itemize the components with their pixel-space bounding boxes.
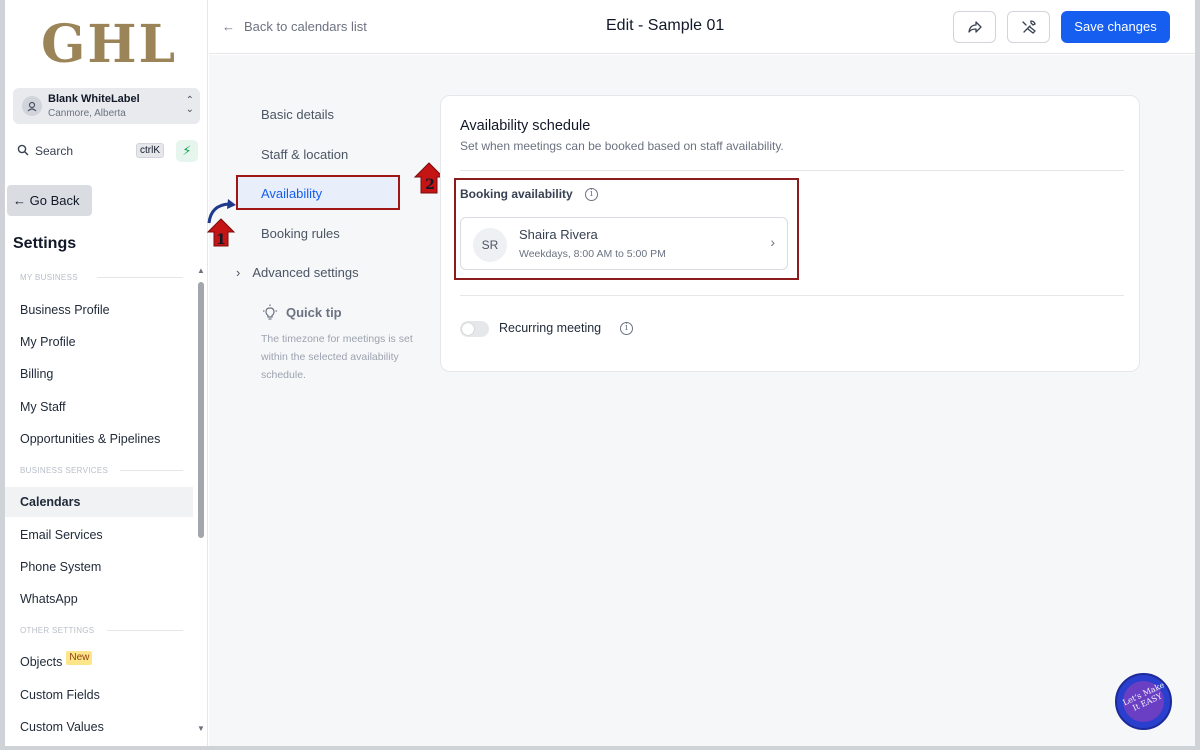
staff-hours: Weekdays, 8:00 AM to 5:00 PM: [519, 248, 666, 260]
section-label-business-services: BUSINESS SERVICES: [20, 466, 109, 475]
settings-title: Settings: [13, 235, 77, 252]
sidebar-item-phone-system[interactable]: Phone System: [5, 552, 193, 582]
chevron-right-icon: ›: [770, 234, 775, 250]
marker-1-label: 1: [216, 232, 226, 248]
sidebar-item-business-profile[interactable]: Business Profile: [5, 295, 193, 325]
section-divider: [120, 470, 183, 471]
page-title: Edit - Sample 01: [606, 17, 725, 34]
staff-avatar: SR: [473, 228, 507, 262]
booking-availability-label: Booking availability: [460, 187, 573, 201]
share-icon: [968, 21, 982, 33]
availability-card: Availability schedule Set when meetings …: [440, 95, 1140, 372]
subnav-basic-details[interactable]: Basic details: [261, 107, 334, 122]
availability-schedule-subtitle: Set when meetings can be booked based on…: [460, 139, 784, 153]
tools-icon: [1022, 20, 1036, 34]
go-back-label: Go Back: [29, 193, 80, 208]
staff-name: Shaira Rivera: [519, 227, 598, 242]
info-icon[interactable]: i: [585, 188, 598, 201]
section-divider: [97, 277, 183, 278]
sidebar-item-custom-values[interactable]: Custom Values: [5, 712, 193, 742]
info-icon[interactable]: i: [620, 322, 633, 335]
search-button[interactable]: Search ctrlK: [13, 138, 173, 162]
divider: [460, 295, 1124, 296]
marker-2-label: 2: [425, 177, 435, 193]
toggle-knob: [462, 323, 474, 335]
help-widget-button[interactable]: Let's Make It EASY: [1115, 673, 1172, 730]
scrollbar-thumb[interactable]: [198, 282, 204, 538]
quick-tip-text: The timezone for meetings is set within …: [261, 333, 413, 381]
arrow-left-icon: ←: [222, 19, 235, 34]
go-back-button[interactable]: ← Go Back: [7, 185, 92, 216]
sidebar-item-objects[interactable]: Objects New: [5, 647, 193, 677]
chevron-updown-icon: ⌃ ⌄: [185, 95, 194, 115]
sidebar-item-whatsapp[interactable]: WhatsApp: [5, 584, 193, 614]
arrow-left-icon: ←: [13, 193, 30, 208]
top-bar: ← Back to calendars list Edit - Sample 01…: [209, 0, 1195, 54]
subnav-booking-rules[interactable]: Booking rules: [261, 226, 340, 241]
subnav-advanced-settings[interactable]: › Advanced settings: [236, 265, 359, 280]
back-link-label: Back to calendars list: [244, 19, 367, 34]
lightbulb-icon: [263, 304, 277, 320]
section-label-other-settings: OTHER SETTINGS: [20, 626, 95, 635]
quick-action-bolt-icon[interactable]: ⚡: [176, 140, 198, 162]
annotation-marker-1: 1: [206, 199, 236, 248]
subnav-availability[interactable]: Availability: [236, 175, 400, 210]
sidebar-item-calendars[interactable]: Calendars: [5, 487, 193, 517]
share-button[interactable]: [953, 11, 996, 43]
ghl-logo: GHL: [41, 14, 178, 75]
search-icon: [17, 144, 29, 156]
location-icon: [22, 96, 42, 116]
section-label-my-business: MY BUSINESS: [20, 273, 78, 282]
sidebar-item-label: Objects: [20, 655, 63, 669]
availability-schedule-title: Availability schedule: [460, 118, 591, 134]
save-changes-button[interactable]: Save changes: [1061, 11, 1170, 43]
tools-button[interactable]: [1007, 11, 1050, 43]
main-content: Basic details Staff & location Availabil…: [206, 55, 1195, 746]
section-divider: [107, 630, 183, 631]
window-border-bottom: [0, 746, 1200, 750]
account-switcher[interactable]: Blank WhiteLabel Canmore, Alberta ⌃ ⌄: [13, 88, 200, 124]
subnav-advanced-label: Advanced settings: [252, 265, 359, 280]
subnav-staff-location[interactable]: Staff & location: [261, 147, 348, 162]
staff-availability-row[interactable]: SR Shaira Rivera Weekdays, 8:00 AM to 5:…: [460, 217, 788, 270]
search-shortcut: ctrlK: [136, 143, 164, 158]
sidebar-item-custom-fields[interactable]: Custom Fields: [5, 680, 193, 710]
back-to-calendars-link[interactable]: ← Back to calendars list: [222, 19, 367, 34]
sidebar-item-opportunities[interactable]: Opportunities & Pipelines: [5, 424, 193, 454]
sidebar: GHL Blank WhiteLabel Canmore, Alberta ⌃ ⌄…: [5, 0, 208, 746]
subnav-availability-label: Availability: [261, 186, 323, 201]
new-badge: New: [66, 651, 93, 665]
sidebar-item-my-profile[interactable]: My Profile: [5, 327, 193, 357]
sidebar-item-my-staff[interactable]: My Staff: [5, 392, 193, 422]
sidebar-item-billing[interactable]: Billing: [5, 359, 193, 389]
scroll-up-arrow-icon[interactable]: ▲: [197, 266, 205, 275]
account-location: Canmore, Alberta: [48, 108, 126, 119]
search-label: Search: [35, 144, 74, 158]
scroll-down-arrow-icon[interactable]: ▼: [197, 724, 205, 733]
quick-tip-title: Quick tip: [286, 305, 342, 320]
window-border-right: [1195, 0, 1200, 750]
recurring-meeting-label: Recurring meeting: [499, 321, 602, 335]
divider: [460, 170, 1124, 171]
account-name: Blank WhiteLabel: [48, 93, 140, 105]
recurring-meeting-toggle[interactable]: [460, 321, 489, 337]
chevron-right-icon: ›: [236, 265, 241, 280]
sidebar-item-email-services[interactable]: Email Services: [5, 520, 193, 550]
sidebar-scrollbar[interactable]: ▲ ▼: [196, 266, 206, 738]
